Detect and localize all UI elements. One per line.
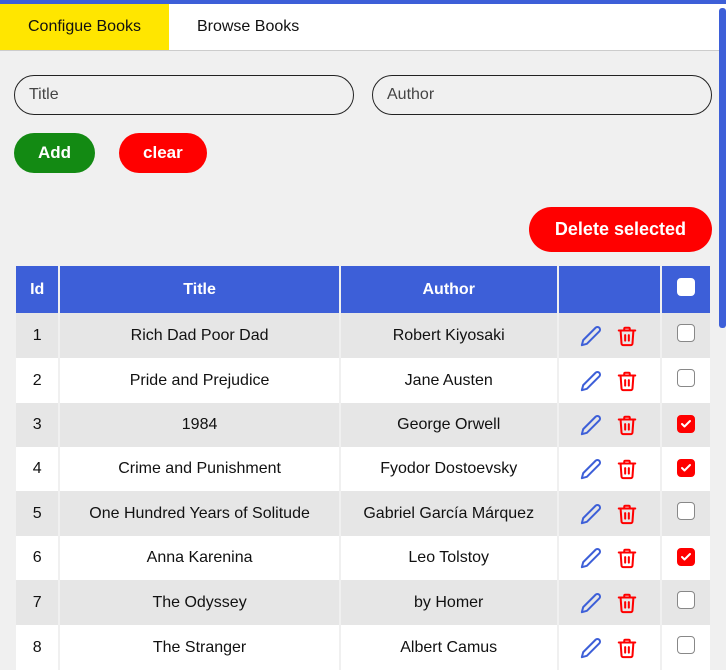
delete-icon[interactable] [616,458,638,480]
cell-checkbox [662,625,710,670]
cell-author: Robert Kiyosaki [341,313,557,358]
cell-checkbox [662,358,710,403]
header-check [662,266,710,313]
author-input[interactable] [372,75,712,115]
delete-icon[interactable] [616,503,638,525]
cell-checkbox [662,580,710,625]
edit-icon[interactable] [580,370,602,392]
table-row: 5One Hundred Years of SolitudeGabriel Ga… [16,491,710,536]
cell-id: 5 [16,491,58,536]
cell-id: 6 [16,536,58,580]
row-checkbox[interactable] [677,502,695,520]
header-author: Author [341,266,557,313]
cell-actions [559,358,660,403]
cell-title: Pride and Prejudice [60,358,338,403]
table-row: 8The StrangerAlbert Camus [16,625,710,670]
books-table: Id Title Author 1Rich Dad Poor DadRobert… [14,266,712,670]
edit-icon[interactable] [580,325,602,347]
header-id: Id [16,266,58,313]
select-all-checkbox[interactable] [677,278,695,296]
cell-checkbox [662,313,710,358]
tab-configure-books[interactable]: Configue Books [0,4,169,50]
edit-icon[interactable] [580,592,602,614]
cell-checkbox [662,491,710,536]
cell-id: 4 [16,447,58,491]
cell-actions [559,580,660,625]
delete-icon[interactable] [616,370,638,392]
cell-checkbox [662,447,710,491]
row-checkbox[interactable] [677,548,695,566]
cell-id: 7 [16,580,58,625]
cell-id: 2 [16,358,58,403]
scrollbar[interactable] [719,8,726,328]
cell-title: The Odyssey [60,580,338,625]
row-checkbox[interactable] [677,591,695,609]
table-header-row: Id Title Author [16,266,710,313]
cell-author: Gabriel García Márquez [341,491,557,536]
row-checkbox[interactable] [677,415,695,433]
cell-author: Fyodor Dostoevsky [341,447,557,491]
cell-title: Rich Dad Poor Dad [60,313,338,358]
row-checkbox[interactable] [677,459,695,477]
row-checkbox[interactable] [677,369,695,387]
cell-author: Jane Austen [341,358,557,403]
cell-id: 8 [16,625,58,670]
delete-icon[interactable] [616,592,638,614]
delete-selected-button[interactable]: Delete selected [529,207,712,252]
cell-id: 1 [16,313,58,358]
table-row: 7The Odysseyby Homer [16,580,710,625]
header-title: Title [60,266,338,313]
cell-title: Crime and Punishment [60,447,338,491]
edit-icon[interactable] [580,414,602,436]
table-row: 6Anna KareninaLeo Tolstoy [16,536,710,580]
cell-author: by Homer [341,580,557,625]
edit-icon[interactable] [580,458,602,480]
cell-author: George Orwell [341,403,557,447]
edit-icon[interactable] [580,503,602,525]
add-button[interactable]: Add [14,133,95,173]
cell-actions [559,536,660,580]
clear-button[interactable]: clear [119,133,207,173]
delete-icon[interactable] [616,547,638,569]
delete-icon[interactable] [616,325,638,347]
edit-icon[interactable] [580,547,602,569]
cell-checkbox [662,403,710,447]
cell-actions [559,447,660,491]
cell-author: Albert Camus [341,625,557,670]
table-row: 31984George Orwell [16,403,710,447]
delete-icon[interactable] [616,637,638,659]
cell-title: One Hundred Years of Solitude [60,491,338,536]
tab-browse-books[interactable]: Browse Books [169,4,327,50]
tabs-bar: Configue Books Browse Books [0,4,726,51]
row-checkbox[interactable] [677,636,695,654]
cell-actions [559,403,660,447]
table-row: 1Rich Dad Poor DadRobert Kiyosaki [16,313,710,358]
cell-checkbox [662,536,710,580]
cell-title: The Stranger [60,625,338,670]
title-input[interactable] [14,75,354,115]
edit-icon[interactable] [580,637,602,659]
table-row: 4Crime and PunishmentFyodor Dostoevsky [16,447,710,491]
delete-icon[interactable] [616,414,638,436]
form-area: Add clear [0,51,726,183]
cell-actions [559,625,660,670]
cell-actions [559,491,660,536]
table-row: 2Pride and PrejudiceJane Austen [16,358,710,403]
cell-title: Anna Karenina [60,536,338,580]
cell-title: 1984 [60,403,338,447]
cell-author: Leo Tolstoy [341,536,557,580]
header-actions [559,266,660,313]
row-checkbox[interactable] [677,324,695,342]
cell-actions [559,313,660,358]
cell-id: 3 [16,403,58,447]
